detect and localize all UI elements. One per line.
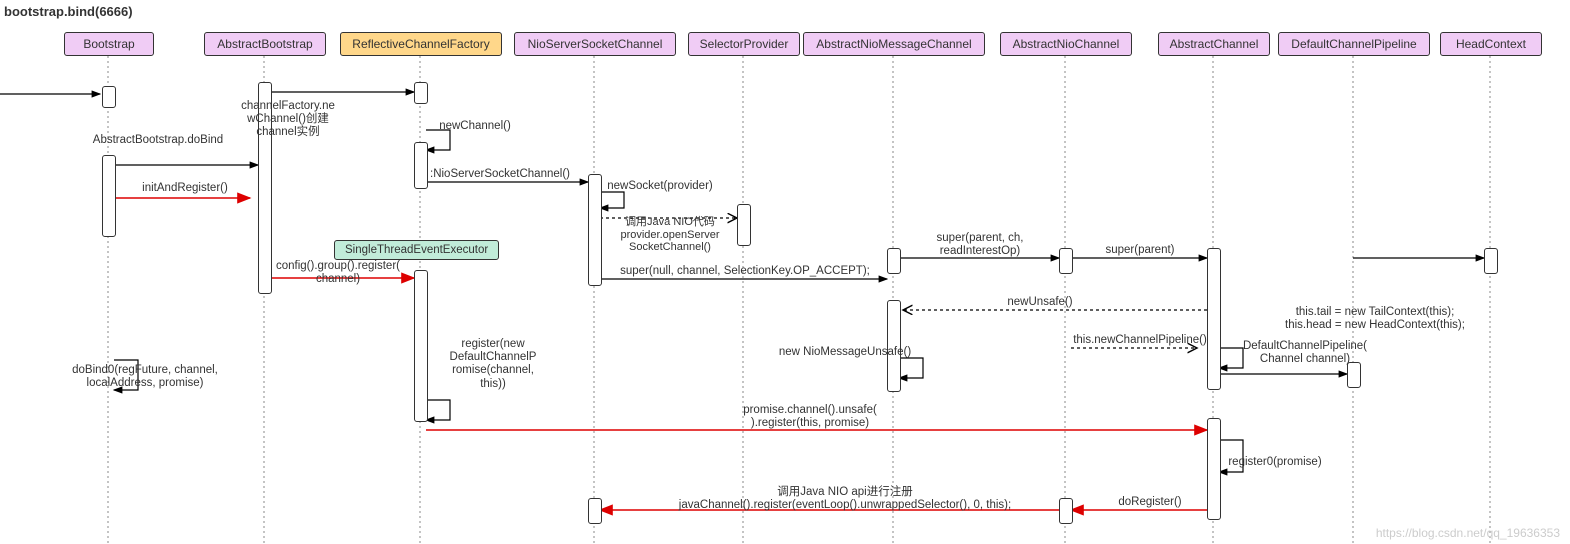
msg-super3: super(parent) xyxy=(1080,244,1200,257)
msg-configgroup: config().group().register( channel) xyxy=(258,260,418,286)
msg-promise-unsafe: promise.channel().unsafe( ).register(thi… xyxy=(720,404,900,430)
msg-doregister: doRegister() xyxy=(1100,496,1200,509)
lifeline-absniomsg: AbstractNioMessageChannel xyxy=(803,32,985,56)
activation-bar xyxy=(102,86,116,108)
activation-bar xyxy=(588,498,602,524)
lifeline-nioscc: NioServerSocketChannel xyxy=(514,32,676,56)
lifeline-bootstrap: Bootstrap xyxy=(64,32,154,56)
msg-dobind0: doBind0(regFuture, channel, localAddress… xyxy=(50,364,240,390)
watermark: https://blog.csdn.net/qq_19636353 xyxy=(1376,526,1560,540)
lifeline-absnio: AbstractNioChannel xyxy=(1000,32,1132,56)
activation-bar xyxy=(102,155,116,237)
lifeline-absboot: AbstractBootstrap xyxy=(204,32,326,56)
msg-openserver: 调用Java NIO代码 provider.openServer SocketC… xyxy=(600,216,740,254)
msg-newchannel: newChannel() xyxy=(430,120,520,133)
msg-super2: super(parent, ch, readInterestOp) xyxy=(905,232,1055,258)
lifeline-refl: ReflectiveChannelFactory xyxy=(340,32,502,56)
msg-dobind: AbstractBootstrap.doBind xyxy=(68,134,248,147)
lifeline-absch: AbstractChannel xyxy=(1158,32,1270,56)
activation-bar xyxy=(414,270,428,422)
aux-box-singlethreadeventexecutor: SingleThreadEventExecutor xyxy=(334,240,499,260)
msg-pipe-ctor: DefaultChannelPipeline( Channel channel) xyxy=(1225,340,1385,366)
lifeline-selprov: SelectorProvider xyxy=(688,32,800,56)
msg-niossc-ctor: :NioServerSocketChannel() xyxy=(410,168,590,181)
msg-initandregister: initAndRegister() xyxy=(120,182,250,195)
activation-bar xyxy=(414,82,428,104)
msg-javachannel: 调用Java NIO api进行注册 javaChannel().registe… xyxy=(630,486,1060,512)
activation-bar xyxy=(1207,248,1221,390)
msg-register0: register0(promise) xyxy=(1210,456,1340,469)
activation-bar xyxy=(414,142,428,189)
lifeline-defpipe: DefaultChannelPipeline xyxy=(1278,32,1430,56)
activation-bar xyxy=(1484,248,1498,274)
msg-newunsafe: newUnsafe() xyxy=(980,296,1100,309)
lifeline-headctx: HeadContext xyxy=(1440,32,1542,56)
activation-bar xyxy=(1059,498,1073,524)
msg-register-dcp: register(new DefaultChannelP romise(chan… xyxy=(438,338,548,391)
msg-tailhead: this.tail = new TailContext(this); this.… xyxy=(1265,306,1485,332)
activation-bar xyxy=(1059,248,1073,274)
msg-niomsgunsafe: new NioMessageUnsafe() xyxy=(760,346,930,359)
msg-super1: super(null, channel, SelectionKey.OP_ACC… xyxy=(595,265,895,278)
msg-newpipeline: this.newChannelPipeline() xyxy=(1060,334,1220,347)
msg-channelfactory: channelFactory.ne wChannel()创建 channel实例 xyxy=(228,100,348,140)
msg-newsocket: newSocket(provider) xyxy=(595,180,725,193)
